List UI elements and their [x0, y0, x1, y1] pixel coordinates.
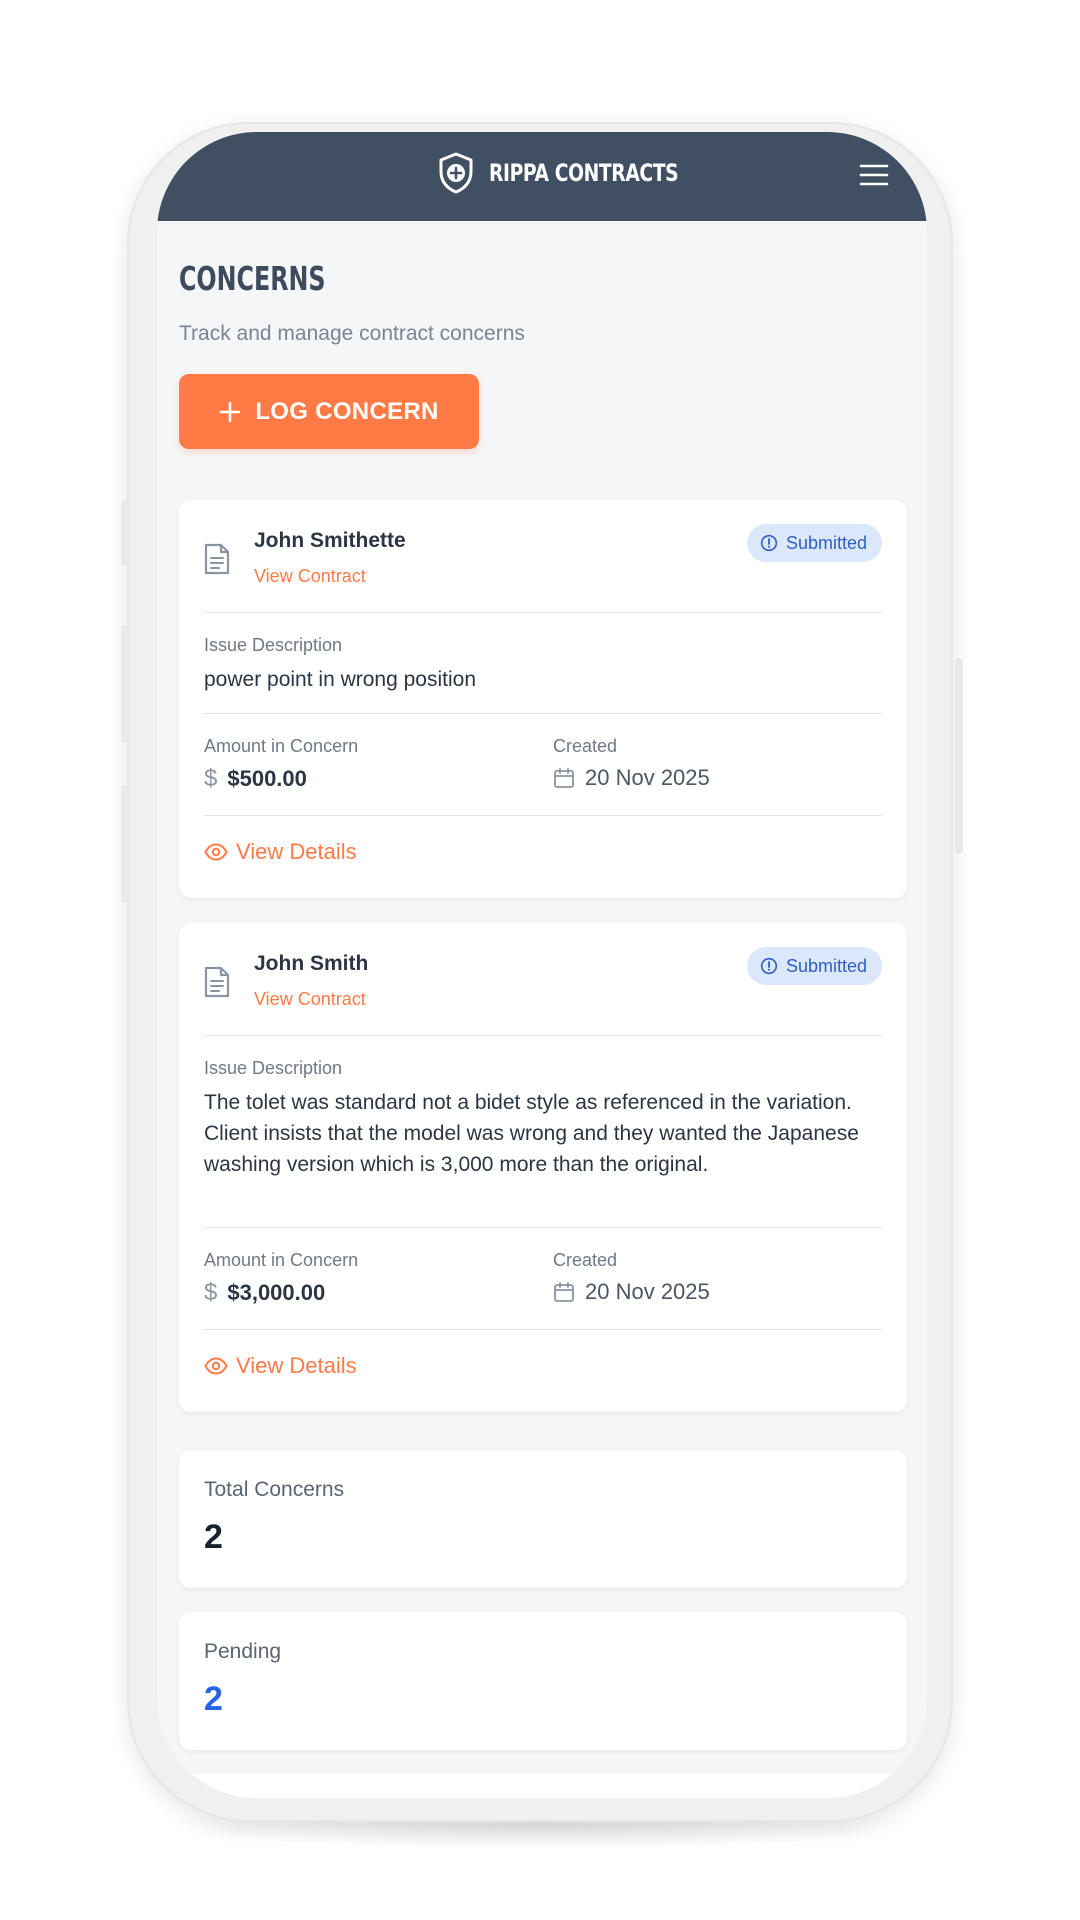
divider — [204, 612, 882, 613]
status-badge: Submitted — [746, 947, 882, 985]
view-details-link[interactable]: View Details — [204, 839, 357, 865]
divider — [204, 1329, 882, 1330]
document-icon — [203, 965, 231, 1004]
dollar-icon: $ — [204, 765, 218, 792]
created-label: Created — [553, 736, 618, 756]
page-subtitle: Track and manage contract concerns — [179, 322, 525, 345]
pending-label: Pending — [204, 1640, 282, 1663]
divider — [204, 1227, 882, 1228]
amount-row: $ $500.00 — [204, 765, 307, 793]
concern-card: John Smith View Contract Submitted Issue… — [179, 923, 907, 1412]
client-name: John Smithette — [254, 529, 406, 552]
dollar-icon: $ — [204, 1279, 218, 1306]
issue-description: power point in wrong position — [204, 668, 476, 691]
status-text: Submitted — [785, 955, 867, 976]
view-details-link[interactable]: View Details — [204, 1353, 357, 1379]
view-contract-link[interactable]: View Contract — [254, 566, 366, 587]
created-date: 20 Nov 2025 — [585, 765, 710, 790]
amount-value: $500.00 — [227, 766, 307, 791]
phone-side-button — [121, 625, 129, 743]
page-title: CONCERNS — [179, 259, 326, 298]
log-concern-label: LOG CONCERN — [255, 397, 439, 425]
next-stat-card — [179, 1774, 907, 1798]
total-concerns-value: 2 — [204, 1518, 223, 1556]
calendar-icon — [554, 768, 574, 788]
plus-icon — [219, 401, 241, 423]
amount-label: Amount in Concern — [204, 736, 359, 756]
divider — [204, 815, 882, 816]
created-row: 20 Nov 2025 — [553, 1279, 710, 1305]
hamburger-menu-icon[interactable] — [857, 158, 891, 192]
concern-card: John Smithette View Contract Submitted I… — [179, 500, 907, 898]
calendar-icon — [554, 1282, 574, 1302]
phone-side-button — [955, 658, 963, 854]
issue-description-label: Issue Description — [204, 635, 343, 655]
shield-plus-icon — [437, 151, 475, 195]
client-name: John Smith — [254, 952, 369, 975]
eye-icon — [204, 843, 228, 861]
brand[interactable]: RIPPA CONTRACTS — [437, 148, 732, 198]
amount-row: $ $3,000.00 — [204, 1279, 325, 1307]
created-label: Created — [553, 1250, 618, 1270]
status-text: Submitted — [785, 532, 867, 553]
divider — [204, 1035, 882, 1036]
amount-value: $3,000.00 — [227, 1280, 326, 1305]
total-concerns-card: Total Concerns 2 — [179, 1450, 907, 1588]
status-badge: Submitted — [746, 524, 882, 562]
view-details-label: View Details — [236, 839, 357, 864]
eye-icon — [204, 1357, 228, 1375]
view-contract-link[interactable]: View Contract — [254, 989, 366, 1010]
total-concerns-label: Total Concerns — [204, 1478, 345, 1501]
phone-side-button — [121, 785, 129, 903]
info-circle-icon — [760, 534, 778, 552]
view-details-label: View Details — [236, 1353, 357, 1378]
brand-name: RIPPA CONTRACTS — [489, 159, 679, 187]
app-screen: RIPPA CONTRACTS CONCERNS Track and manag… — [157, 132, 927, 1798]
issue-description: The tolet was standard not a bidet style… — [204, 1091, 859, 1176]
divider — [204, 713, 882, 714]
phone-side-button — [121, 500, 129, 566]
issue-description-label: Issue Description — [204, 1058, 343, 1078]
created-date: 20 Nov 2025 — [585, 1279, 710, 1304]
created-row: 20 Nov 2025 — [553, 765, 710, 791]
pending-card: Pending 2 — [179, 1612, 907, 1750]
amount-label: Amount in Concern — [204, 1250, 359, 1270]
info-circle-icon — [760, 957, 778, 975]
document-icon — [203, 542, 231, 581]
app-header: RIPPA CONTRACTS — [157, 132, 927, 221]
log-concern-button[interactable]: LOG CONCERN — [179, 374, 479, 449]
pending-value: 2 — [204, 1680, 223, 1718]
